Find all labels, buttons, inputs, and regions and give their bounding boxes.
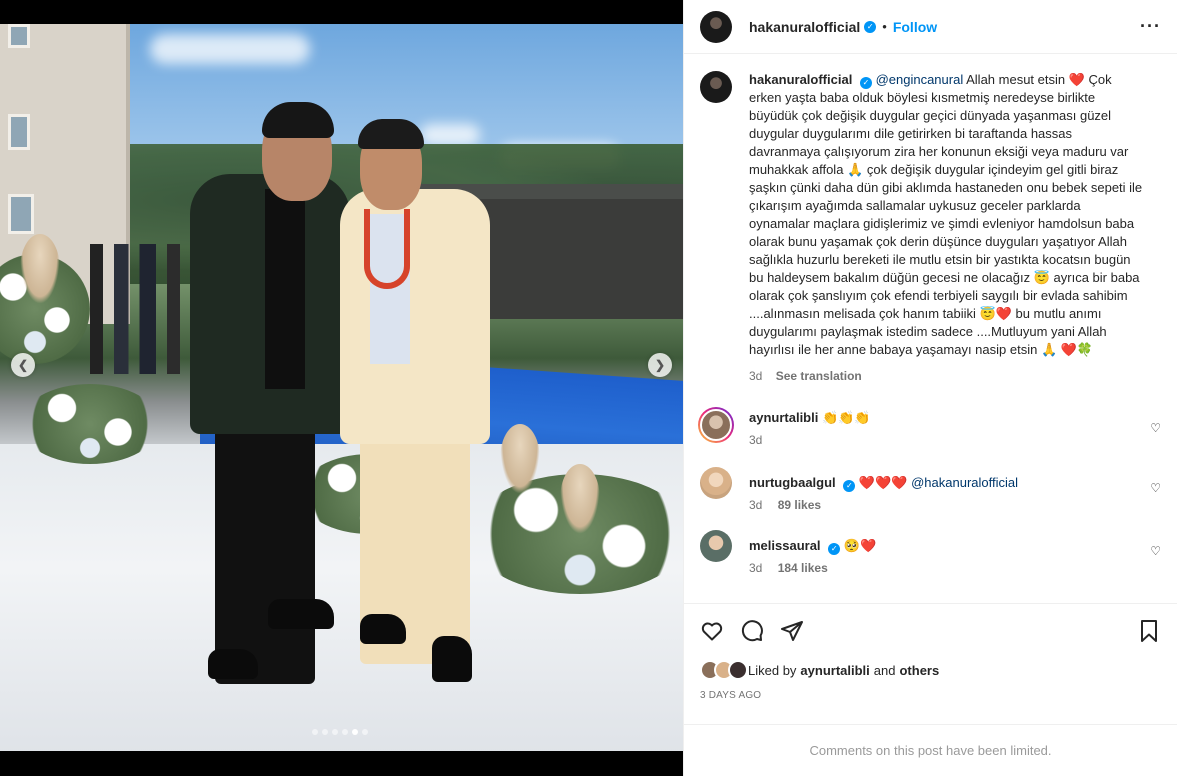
person-left-shoe bbox=[268, 599, 334, 629]
comment-item: nurtugbaalgul ✓ ❤️❤️❤️ @hakanuralofficia… bbox=[700, 467, 1161, 512]
heart-icon[interactable] bbox=[700, 619, 724, 643]
liker-avatars bbox=[700, 660, 748, 680]
comment-like-heart-icon[interactable]: ♡ bbox=[1150, 481, 1161, 495]
carousel-dot bbox=[352, 729, 358, 735]
caption-text: Allah mesut etsin ❤️ Çok erken yaşta bab… bbox=[749, 72, 1143, 357]
separator-bullet: • bbox=[882, 19, 887, 34]
pampas-grass bbox=[20, 234, 60, 304]
post-photo[interactable] bbox=[0, 24, 683, 751]
comment-username[interactable]: aynurtalibli bbox=[749, 410, 818, 425]
carousel-prev-button[interactable]: ❮ bbox=[11, 353, 35, 377]
window bbox=[8, 114, 30, 150]
liker-avatar bbox=[728, 660, 748, 680]
comment-avatar[interactable] bbox=[700, 530, 732, 562]
comment-avatar bbox=[700, 409, 732, 441]
comment-item: melissaural ✓ 🥺❤️ 3d 184 likes ♡ bbox=[700, 530, 1161, 575]
comment-mention[interactable]: @hakanuralofficial bbox=[911, 475, 1018, 490]
more-options-icon[interactable]: ··· bbox=[1140, 16, 1161, 37]
comment-avatar-story-ring[interactable] bbox=[698, 407, 734, 443]
caption-time: 3d bbox=[749, 369, 763, 383]
post-header: hakanuralofficial ✓ • Follow ··· bbox=[684, 0, 1177, 54]
post-age: 3 DAYS AGO bbox=[700, 690, 762, 701]
chevron-right-icon: ❯ bbox=[654, 358, 666, 372]
verified-badge-icon: ✓ bbox=[843, 480, 856, 492]
see-translation-button[interactable]: See translation bbox=[776, 369, 862, 383]
person-right-shoe bbox=[360, 614, 406, 644]
liked-by-user[interactable]: aynurtalibli bbox=[800, 663, 869, 678]
comments-scroll-area[interactable]: hakanuralofficial ✓ @engincanural Allah … bbox=[684, 55, 1177, 603]
bookmark-icon[interactable] bbox=[1137, 619, 1161, 643]
comment-meta: 3d 184 likes bbox=[749, 561, 1129, 575]
person-left-legs bbox=[215, 394, 315, 684]
person-right-shoe bbox=[432, 636, 472, 682]
author-avatar[interactable] bbox=[700, 10, 732, 43]
comments-limited-notice: Comments on this post have been limited. bbox=[684, 724, 1177, 776]
comment-username[interactable]: melissaural bbox=[749, 538, 821, 553]
person-right-suit bbox=[340, 189, 490, 444]
action-bar bbox=[700, 604, 1161, 658]
comment-username[interactable]: nurtugbaalgul bbox=[749, 475, 836, 490]
carousel-dot bbox=[342, 729, 348, 735]
caption-meta: 3d See translation bbox=[749, 367, 1143, 385]
comment-time: 3d bbox=[749, 498, 763, 512]
comment-body: aynurtalibli 👏👏👏 3d bbox=[749, 407, 1129, 447]
liked-by-prefix: Liked by bbox=[748, 662, 797, 678]
post-side-panel: hakanuralofficial ✓ • Follow ··· hakanur… bbox=[683, 0, 1177, 776]
caption-body: hakanuralofficial ✓ @engincanural Allah … bbox=[749, 71, 1143, 385]
verified-badge-icon: ✓ bbox=[828, 543, 841, 555]
comment-likes[interactable]: 184 likes bbox=[778, 561, 828, 575]
comment-avatar[interactable] bbox=[700, 467, 732, 499]
carousel-dots bbox=[312, 729, 368, 735]
instagram-post-modal: ❮ ❯ hakanuralofficial ✓ • Follow ··· hak… bbox=[0, 0, 1177, 776]
comment-time: 3d bbox=[749, 561, 763, 575]
caption: hakanuralofficial ✓ @engincanural Allah … bbox=[700, 71, 1161, 385]
carousel-dot bbox=[322, 729, 328, 735]
liked-by-row: Liked by aynurtalibli and others bbox=[700, 660, 1161, 680]
person-left-shirt bbox=[265, 189, 305, 389]
caption-mention[interactable]: @engincanural bbox=[876, 72, 964, 87]
comment-text: 🥺❤️ bbox=[843, 538, 877, 553]
post-actions: Liked by aynurtalibli and others 3 DAYS … bbox=[684, 603, 1177, 701]
person-right-hair bbox=[358, 119, 424, 149]
person-left-shoe bbox=[208, 649, 258, 679]
comment-text: ❤️❤️❤️ bbox=[858, 475, 908, 490]
liked-by-others[interactable]: others bbox=[899, 663, 939, 678]
window bbox=[8, 194, 34, 234]
share-icon[interactable] bbox=[780, 619, 804, 643]
comment-like-heart-icon[interactable]: ♡ bbox=[1150, 544, 1161, 558]
cloud bbox=[420, 124, 480, 146]
comment-meta: 3d bbox=[749, 433, 1129, 447]
comment-item: aynurtalibli 👏👏👏 3d ♡ bbox=[698, 407, 1161, 447]
pampas-grass bbox=[500, 424, 540, 494]
follow-button[interactable]: Follow bbox=[893, 19, 937, 35]
carousel-dot bbox=[332, 729, 338, 735]
chevron-left-icon: ❮ bbox=[17, 358, 29, 372]
crowd bbox=[90, 244, 200, 374]
window bbox=[8, 24, 30, 48]
comment-body: melissaural ✓ 🥺❤️ 3d 184 likes bbox=[749, 530, 1129, 575]
caption-author-avatar[interactable] bbox=[700, 71, 732, 103]
cloud bbox=[150, 34, 310, 64]
carousel-dot bbox=[362, 729, 368, 735]
comment-meta: 3d 89 likes bbox=[749, 498, 1129, 512]
carousel-dot bbox=[312, 729, 318, 735]
comment-likes[interactable]: 89 likes bbox=[778, 498, 821, 512]
comment-time: 3d bbox=[749, 433, 763, 447]
comment-text: 👏👏👏 bbox=[821, 410, 871, 425]
comment-icon[interactable] bbox=[740, 619, 764, 643]
carousel-next-button[interactable]: ❯ bbox=[648, 353, 672, 377]
person-right-necklace bbox=[364, 209, 410, 289]
comment-like-heart-icon[interactable]: ♡ bbox=[1150, 421, 1161, 435]
verified-badge-icon: ✓ bbox=[859, 77, 872, 89]
caption-username[interactable]: hakanuralofficial bbox=[749, 72, 852, 87]
pampas-grass bbox=[560, 464, 600, 534]
author-username[interactable]: hakanuralofficial bbox=[749, 19, 860, 35]
flower-arrangement bbox=[20, 384, 160, 464]
person-left-hair bbox=[262, 102, 334, 138]
verified-badge-icon: ✓ bbox=[864, 20, 877, 33]
comment-body: nurtugbaalgul ✓ ❤️❤️❤️ @hakanuralofficia… bbox=[749, 467, 1129, 512]
liked-by-and: and bbox=[873, 662, 896, 678]
